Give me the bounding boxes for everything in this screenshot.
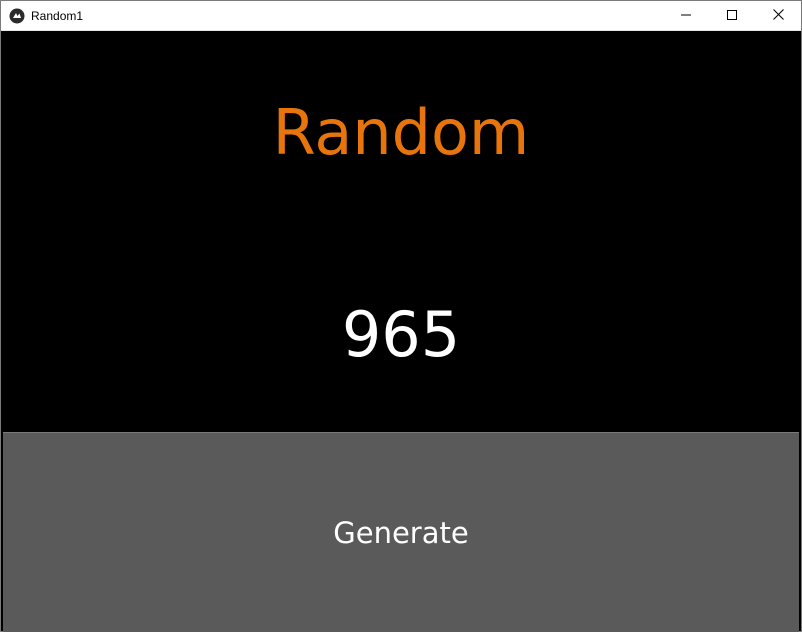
title-bar[interactable]: Random1 (1, 1, 801, 31)
minimize-icon (681, 7, 691, 25)
app-heading: Random (272, 96, 530, 169)
close-icon (772, 7, 784, 25)
window-title: Random1 (31, 8, 84, 23)
app-content: Random 965 Generate (1, 31, 801, 632)
random-number-display: 965 (341, 298, 461, 371)
minimize-button[interactable] (663, 1, 709, 31)
maximize-button[interactable] (709, 1, 755, 31)
generate-button-label: Generate (333, 515, 469, 550)
app-window: Random1 Random 965 Generate (0, 0, 802, 632)
generate-button[interactable]: Generate (3, 432, 799, 632)
kivy-app-icon (9, 8, 25, 24)
window-controls (663, 1, 801, 31)
close-button[interactable] (755, 1, 801, 31)
maximize-icon (727, 7, 737, 25)
